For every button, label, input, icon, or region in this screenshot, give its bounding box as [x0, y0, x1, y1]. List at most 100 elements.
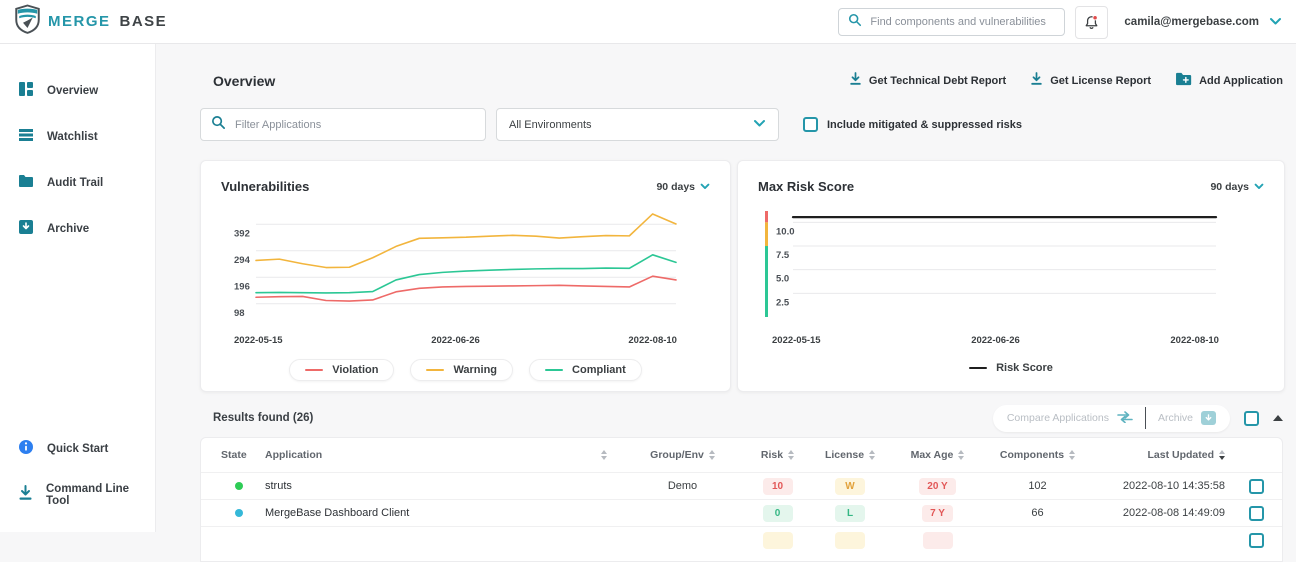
archive-icon — [1201, 411, 1216, 425]
state-dot — [235, 509, 243, 517]
table-row-clipped[interactable] — [201, 526, 1282, 553]
vulnerabilities-x-axis: 2022-05-15 2022-06-26 2022-08-10 — [221, 335, 710, 346]
mergebase-logo: MERGE BASE — [14, 4, 167, 39]
license-badge: W — [835, 478, 865, 495]
include-mitigated-checkbox-row[interactable]: Include mitigated & suppressed risks — [803, 117, 1022, 132]
sort-group-env[interactable] — [709, 450, 715, 460]
risk-badge: 10 — [763, 478, 793, 495]
get-license-report-button[interactable]: Get License Report — [1030, 72, 1151, 89]
user-email: camila@mergebase.com — [1124, 16, 1259, 28]
license-badge — [835, 532, 865, 549]
license-badge: L — [835, 505, 865, 522]
notifications-button[interactable] — [1075, 6, 1108, 39]
sidebar: Overview Watchlist Audit Trail Archive — [0, 44, 156, 532]
sidebar-item-overview[interactable]: Overview — [0, 68, 155, 114]
info-icon — [18, 439, 34, 460]
page-title: Overview — [213, 73, 275, 89]
legend-warning[interactable]: Warning — [410, 359, 513, 381]
results-found-label: Results found (26) — [213, 412, 313, 424]
vulnerabilities-title: Vulnerabilities — [221, 179, 309, 194]
get-technical-debt-report-button[interactable]: Get Technical Debt Report — [849, 72, 1006, 89]
table-row[interactable]: struts Demo 10 W 20 Y 102 2022-08-10 14:… — [201, 472, 1282, 499]
environment-select[interactable]: All Environments — [496, 108, 779, 141]
state-dot — [235, 536, 243, 544]
col-license: License — [825, 449, 875, 461]
svg-text:98: 98 — [234, 308, 245, 319]
sort-components[interactable] — [1069, 450, 1075, 460]
toolbar-divider — [1145, 407, 1146, 429]
select-all-checkbox[interactable] — [1244, 411, 1259, 426]
sort-risk[interactable] — [788, 450, 794, 460]
search-icon — [211, 115, 226, 135]
application-name[interactable]: MergeBase Dashboard Client — [265, 507, 615, 519]
col-risk: Risk — [761, 449, 794, 461]
logo-text-base: BASE — [120, 13, 168, 30]
sidebar-item-label: Quick Start — [47, 443, 108, 455]
sort-last-updated[interactable] — [1219, 450, 1225, 460]
bell-icon — [1083, 14, 1100, 31]
max-risk-range-select[interactable]: 90 days — [1210, 181, 1264, 193]
row-checkbox[interactable] — [1249, 506, 1264, 521]
col-max-age: Max Age — [911, 449, 965, 461]
filter-applications-input[interactable] — [235, 119, 475, 131]
vulnerabilities-legend: Violation Warning Compliant — [221, 359, 710, 381]
risk-badge — [763, 532, 793, 549]
logo-text-merge: MERGE — [48, 13, 111, 30]
components-count: 66 — [1031, 507, 1043, 519]
top-header: MERGE BASE camila@mergebase.com — [0, 0, 1296, 44]
last-updated-value: 2022-08-08 14:49:09 — [1123, 507, 1225, 519]
application-name[interactable]: struts — [265, 480, 615, 492]
chevron-down-icon — [1254, 183, 1264, 190]
group-env-value: Demo — [668, 480, 697, 492]
list-icon — [18, 127, 34, 148]
svg-text:196: 196 — [234, 281, 250, 292]
svg-text:2.5: 2.5 — [776, 297, 790, 308]
sidebar-item-audit-trail[interactable]: Audit Trail — [0, 160, 155, 206]
download-icon — [1030, 72, 1043, 89]
sidebar-item-command-line-tool[interactable]: Command Line Tool — [0, 472, 155, 518]
global-search-box[interactable] — [838, 8, 1065, 36]
folder-plus-icon — [1175, 72, 1192, 89]
sidebar-item-watchlist[interactable]: Watchlist — [0, 114, 155, 160]
sort-max-age[interactable] — [958, 450, 964, 460]
row-checkbox[interactable] — [1249, 479, 1264, 494]
sidebar-item-quick-start[interactable]: Quick Start — [0, 426, 155, 472]
row-checkbox[interactable] — [1249, 533, 1264, 548]
table-tools: Compare Applications Archive — [993, 405, 1230, 432]
last-updated-value: 2022-08-10 14:35:58 — [1123, 480, 1225, 492]
main-area: Overview Get Technical Debt Report Get L… — [156, 44, 1296, 532]
global-search-input[interactable] — [870, 16, 1055, 28]
download-icon — [849, 72, 862, 89]
applications-table: State Application Group/Env Risk License — [200, 437, 1283, 562]
max-risk-x-axis: 2022-05-15 2022-06-26 2022-08-10 — [758, 335, 1264, 346]
legend-compliant[interactable]: Compliant — [529, 359, 642, 381]
filter-applications-box[interactable] — [200, 108, 486, 141]
vulnerabilities-range-select[interactable]: 90 days — [656, 181, 710, 193]
col-application: Application — [265, 449, 615, 461]
max-age-badge: 20 Y — [919, 478, 955, 495]
sidebar-item-label: Audit Trail — [47, 177, 103, 189]
add-application-button[interactable]: Add Application — [1175, 72, 1283, 89]
sidebar-item-archive[interactable]: Archive — [0, 206, 155, 252]
sort-application[interactable] — [601, 450, 607, 460]
max-risk-score-chart: 10.07.55.02.5 — [758, 205, 1264, 325]
download-icon — [18, 485, 33, 506]
col-last-updated: Last Updated — [1147, 449, 1225, 461]
compare-applications-button[interactable]: Compare Applications — [1007, 411, 1133, 426]
include-mitigated-checkbox[interactable] — [803, 117, 818, 132]
sort-license[interactable] — [869, 450, 875, 460]
table-row[interactable]: MergeBase Dashboard Client 0 L 7 Y 66 20… — [201, 499, 1282, 526]
sidebar-item-label: Archive — [47, 223, 89, 235]
search-icon — [848, 13, 862, 32]
table-header-row: State Application Group/Env Risk License — [201, 438, 1282, 472]
svg-text:392: 392 — [234, 228, 250, 239]
collapse-triangle-icon[interactable] — [1273, 415, 1283, 421]
svg-text:7.5: 7.5 — [776, 250, 790, 261]
user-menu-chevron-down-icon[interactable] — [1269, 13, 1282, 31]
sidebar-item-label: Command Line Tool — [46, 483, 155, 507]
max-risk-score-card: Max Risk Score 90 days 10.07.55.02.5 202… — [737, 160, 1285, 392]
max-age-badge: 7 Y — [922, 505, 953, 522]
sidebar-item-label: Overview — [47, 85, 98, 97]
archive-button[interactable]: Archive — [1158, 411, 1216, 425]
legend-violation[interactable]: Violation — [289, 359, 394, 381]
